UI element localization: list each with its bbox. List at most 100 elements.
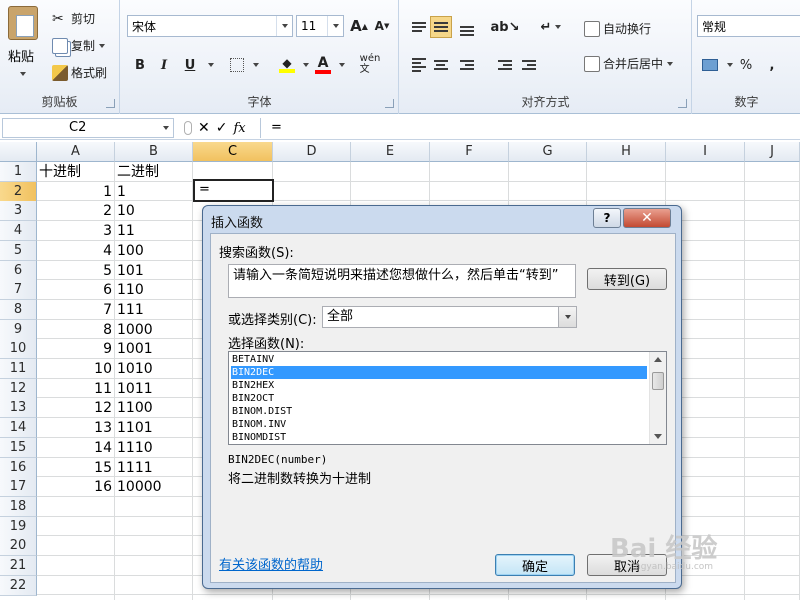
cell-a1[interactable]: 十进制	[37, 162, 115, 182]
cell-b8[interactable]: 111	[115, 300, 193, 320]
active-cell-c2[interactable]: =	[193, 179, 274, 202]
fill-dropdown-icon[interactable]	[303, 63, 309, 67]
cell-a15[interactable]: 14	[37, 438, 114, 458]
borders-button[interactable]	[226, 54, 248, 76]
merge-center-button[interactable]: 合并后居中	[584, 55, 674, 72]
cell-b11[interactable]: 1010	[115, 359, 193, 379]
decrease-indent-button[interactable]	[494, 54, 516, 76]
paste-button[interactable]: 粘贴	[8, 6, 42, 76]
phonetic-button[interactable]: wén 文	[357, 50, 383, 78]
row-header-4[interactable]: 4	[0, 221, 37, 242]
row-header-9[interactable]: 9	[0, 319, 37, 340]
currency-button[interactable]	[699, 54, 721, 76]
comma-button[interactable]: ,	[761, 54, 783, 76]
shrink-font-button[interactable]: A ▼	[371, 15, 393, 37]
row-header-2[interactable]: 2	[0, 181, 37, 202]
row-header-3[interactable]: 3	[0, 201, 37, 222]
font-size-select[interactable]: 11	[296, 15, 344, 37]
cell-b14[interactable]: 1101	[115, 418, 193, 438]
row-header-19[interactable]: 19	[0, 516, 37, 537]
cell-a9[interactable]: 8	[37, 320, 114, 340]
function-list-item[interactable]: BIN2OCT	[231, 392, 647, 405]
row-header-16[interactable]: 16	[0, 457, 37, 478]
cell-a13[interactable]: 12	[37, 398, 114, 418]
function-list-item[interactable]: BIN2DEC	[231, 366, 647, 379]
cell-a14[interactable]: 13	[37, 418, 114, 438]
search-input[interactable]: 请输入一条简短说明来描述您想做什么，然后单击“转到”	[228, 264, 576, 298]
function-list-scrollbar[interactable]	[649, 352, 666, 444]
bold-button[interactable]: B	[129, 54, 151, 76]
column-header-d[interactable]: D	[273, 142, 351, 162]
category-select[interactable]: 全部	[322, 306, 577, 328]
column-header-c[interactable]: C	[193, 142, 273, 162]
row-header-20[interactable]: 20	[0, 536, 37, 557]
align-bottom-button[interactable]	[456, 20, 478, 42]
cell-a10[interactable]: 9	[37, 339, 114, 359]
cell-a4[interactable]: 3	[37, 221, 114, 241]
row-header-17[interactable]: 17	[0, 477, 37, 498]
copy-button[interactable]: 复制	[52, 37, 106, 54]
align-top-button[interactable]	[408, 16, 430, 38]
row-header-14[interactable]: 14	[0, 418, 37, 439]
align-left-button[interactable]	[408, 54, 430, 76]
cell-b3[interactable]: 10	[115, 201, 193, 221]
row-header-13[interactable]: 13	[0, 398, 37, 419]
cell-b16[interactable]: 1111	[115, 458, 193, 478]
font-color-dropdown-icon[interactable]	[339, 63, 345, 67]
cell-b17[interactable]: 10000	[115, 477, 193, 497]
cell-b6[interactable]: 101	[115, 261, 193, 281]
function-list-item[interactable]: BINOM.INV	[231, 418, 647, 431]
row-header-7[interactable]: 7	[0, 280, 37, 301]
cell-a12[interactable]: 11	[37, 379, 114, 399]
percent-button[interactable]: %	[735, 54, 757, 76]
formula-input[interactable]: =	[260, 118, 798, 138]
underline-dropdown-icon[interactable]	[208, 63, 214, 67]
insert-function-icon[interactable]: fx	[233, 121, 245, 136]
format-painter-button[interactable]: 格式刷	[52, 64, 107, 81]
underline-button[interactable]: U	[179, 54, 201, 76]
column-header-g[interactable]: G	[509, 142, 587, 162]
row-header-18[interactable]: 18	[0, 496, 37, 517]
cell-b12[interactable]: 1011	[115, 379, 193, 399]
clipboard-launcher-icon[interactable]	[106, 99, 115, 108]
cut-button[interactable]: ✂ 剪切	[52, 10, 95, 27]
cell-b7[interactable]: 110	[115, 280, 193, 300]
row-header-10[interactable]: 10	[0, 339, 37, 360]
increase-indent-button[interactable]	[518, 54, 540, 76]
function-list-item[interactable]: BIN2HEX	[231, 379, 647, 392]
column-header-e[interactable]: E	[351, 142, 430, 162]
cell-a8[interactable]: 7	[37, 300, 114, 320]
cell-b1[interactable]: 二进制	[115, 162, 193, 182]
cell-a6[interactable]: 5	[37, 261, 114, 281]
cell-a17[interactable]: 16	[37, 477, 114, 497]
currency-dropdown-icon[interactable]	[727, 63, 733, 67]
font-name-select[interactable]: 宋体	[127, 15, 293, 37]
column-header-h[interactable]: H	[587, 142, 666, 162]
align-center-button[interactable]	[430, 54, 452, 76]
scroll-thumb[interactable]	[652, 372, 664, 390]
cancel-entry-icon[interactable]: ✕	[198, 120, 210, 136]
cell-b15[interactable]: 1110	[115, 438, 193, 458]
row-header-5[interactable]: 5	[0, 240, 37, 261]
function-list-item[interactable]: BETAINV	[231, 353, 647, 366]
row-header-6[interactable]: 6	[0, 260, 37, 281]
orientation-button[interactable]: ab↘	[491, 16, 520, 38]
column-header-j[interactable]: J	[745, 142, 800, 162]
column-header-a[interactable]: A	[37, 142, 115, 162]
alignment-launcher-icon[interactable]	[678, 99, 687, 108]
cell-a3[interactable]: 2	[37, 201, 114, 221]
cell-a16[interactable]: 15	[37, 458, 114, 478]
row-header-15[interactable]: 15	[0, 437, 37, 458]
row-header-21[interactable]: 21	[0, 556, 37, 576]
name-box[interactable]: C2	[2, 118, 174, 138]
row-header-11[interactable]: 11	[0, 359, 37, 379]
cell-b4[interactable]: 11	[115, 221, 193, 241]
dialog-close-button[interactable]: ✕	[623, 208, 671, 228]
row-header-22[interactable]: 22	[0, 575, 37, 596]
function-help-link[interactable]: 有关该函数的帮助	[219, 554, 323, 573]
cell-b10[interactable]: 1001	[115, 339, 193, 359]
confirm-entry-icon[interactable]: ✓	[216, 120, 228, 136]
ok-button[interactable]: 确定	[495, 554, 575, 576]
column-header-b[interactable]: B	[115, 142, 193, 162]
wrap-text-button[interactable]: 自动换行	[584, 20, 651, 37]
